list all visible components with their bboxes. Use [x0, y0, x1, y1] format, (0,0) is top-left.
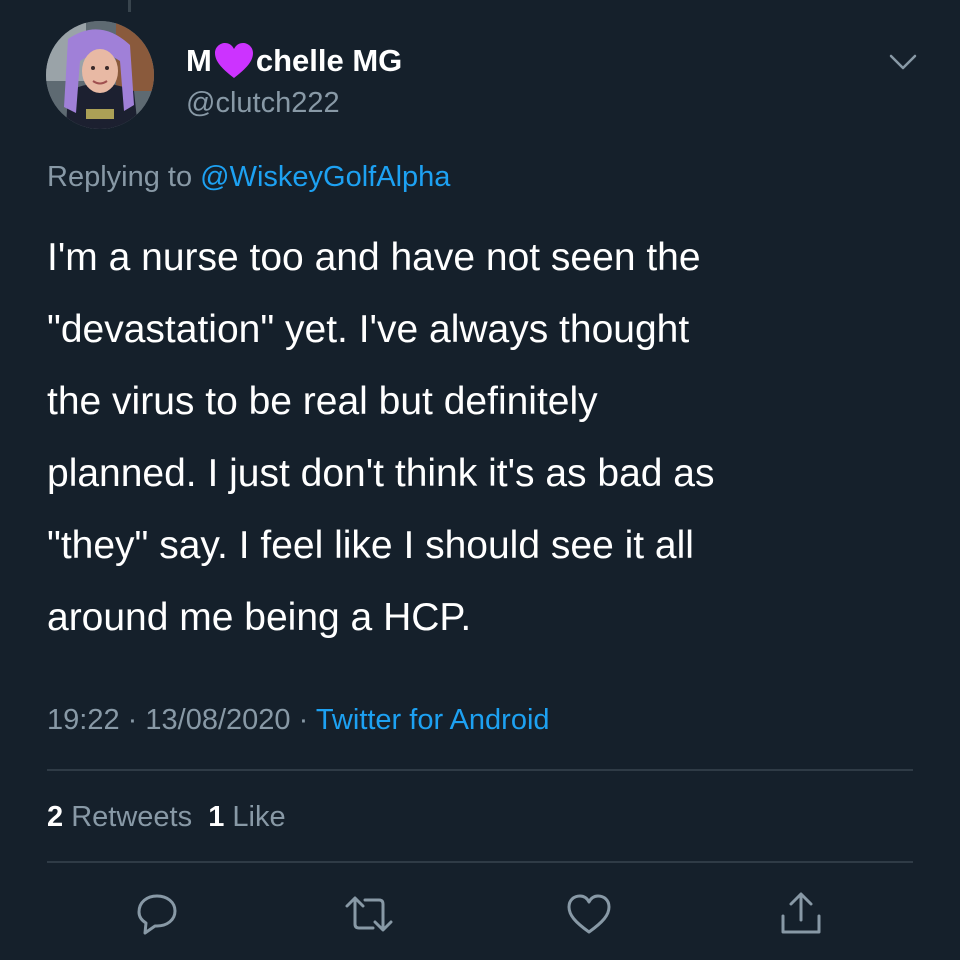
tweet-metadata: 19:22 · 13/08/2020 · Twitter for Android: [47, 700, 550, 740]
avatar[interactable]: [46, 21, 154, 129]
retweet-icon[interactable]: [343, 888, 395, 940]
tweet-text: I'm a nurse too and have not seen the "d…: [47, 236, 715, 639]
display-name-suffix: chelle MG: [255, 43, 403, 78]
divider: [47, 769, 913, 771]
tweet-time: 19:22: [47, 704, 120, 736]
chevron-down-icon[interactable]: [887, 50, 919, 74]
engagement-stats: 2 Retweets 1 Like: [47, 797, 286, 837]
replying-to-label: Replying to: [47, 161, 193, 193]
meta-separator: ·: [127, 704, 138, 736]
likes-count: 1: [208, 801, 225, 833]
avatar-photo: [46, 21, 154, 129]
like-icon[interactable]: [563, 888, 615, 940]
replying-to: Replying to @WiskeyGolfAlpha: [47, 159, 450, 195]
user-handle[interactable]: @clutch222: [186, 86, 340, 120]
purple-heart-icon: [213, 42, 255, 80]
divider: [47, 861, 913, 863]
retweets-label: Retweets: [71, 801, 193, 833]
tweet-screen: M chelle MG @clutch222 Replying to @Wisk…: [0, 0, 960, 960]
likes-label: Like: [232, 801, 286, 833]
tweet-date: 13/08/2020: [145, 704, 291, 736]
thread-connector-line: [128, 0, 131, 12]
retweets-stat[interactable]: 2 Retweets: [47, 801, 192, 833]
reply-to-handle-link[interactable]: @WiskeyGolfAlpha: [200, 161, 450, 193]
reply-icon[interactable]: [131, 888, 183, 940]
display-name[interactable]: M chelle MG: [186, 42, 402, 80]
retweets-count: 2: [47, 801, 64, 833]
tweet-source-link[interactable]: Twitter for Android: [316, 704, 550, 736]
display-name-prefix: M: [186, 43, 212, 78]
share-icon[interactable]: [775, 888, 827, 940]
likes-stat[interactable]: 1 Like: [208, 801, 285, 833]
meta-separator: ·: [298, 704, 309, 736]
